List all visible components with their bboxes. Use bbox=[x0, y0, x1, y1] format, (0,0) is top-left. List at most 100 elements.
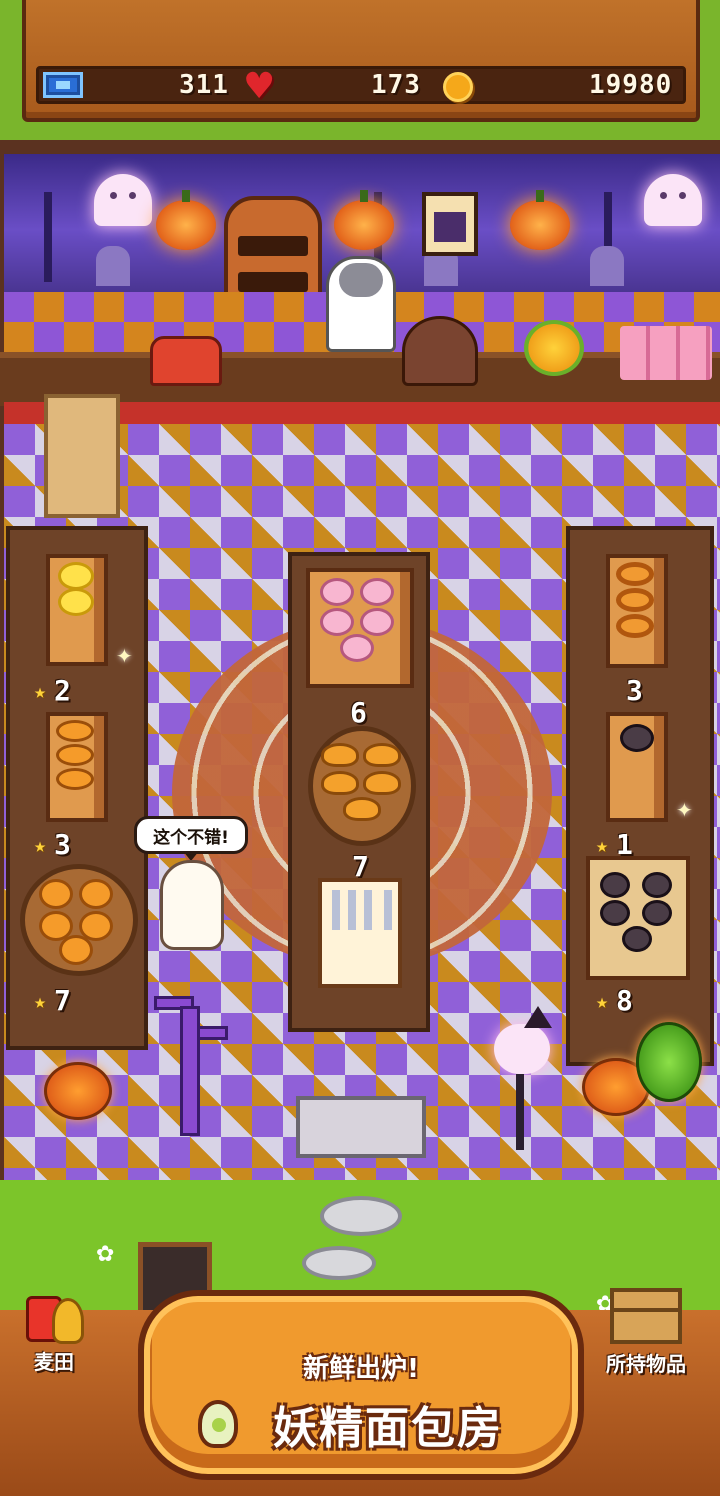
bread-item bbox=[340, 634, 374, 662]
heart-icon[interactable]: ♥ bbox=[243, 69, 283, 105]
bread-item bbox=[360, 578, 394, 606]
bread-item bbox=[58, 588, 94, 616]
cake-slicer[interactable] bbox=[318, 878, 402, 988]
sparkle-icon: ✦ bbox=[116, 644, 133, 668]
bread-item bbox=[620, 724, 654, 752]
bread-item bbox=[320, 608, 354, 636]
ghost-decoration bbox=[94, 174, 152, 226]
bread-item bbox=[642, 872, 672, 898]
heart-count-wrap: 173 bbox=[371, 69, 421, 101]
bread-item bbox=[321, 771, 359, 795]
bread-item bbox=[363, 743, 401, 767]
bread-tray[interactable] bbox=[46, 712, 108, 822]
star-icon: ★ bbox=[596, 988, 609, 1013]
bread-tray[interactable] bbox=[606, 554, 668, 668]
ticket-icon[interactable] bbox=[43, 72, 83, 98]
inventory-button[interactable]: 所持物品 bbox=[606, 1288, 686, 1377]
bread-item bbox=[56, 720, 94, 742]
bread-item bbox=[600, 900, 630, 926]
cat-baker[interactable] bbox=[326, 256, 396, 352]
green-jack-o-lantern bbox=[636, 1022, 702, 1102]
inventory-label: 所持物品 bbox=[606, 1352, 686, 1376]
bread-item bbox=[343, 797, 381, 821]
bread-item bbox=[616, 588, 654, 612]
oven-slot bbox=[238, 236, 308, 256]
price-value: 8 bbox=[616, 984, 633, 1017]
wheat-field-label: 麦田 bbox=[34, 1350, 74, 1374]
star-icon: ★ bbox=[34, 832, 47, 857]
box-icon bbox=[610, 1288, 682, 1344]
bread-item bbox=[39, 879, 73, 909]
coin-count-wrap: 19980 bbox=[589, 69, 672, 101]
price-tag: ★ 2 bbox=[34, 674, 71, 707]
bread-tray[interactable] bbox=[606, 712, 668, 822]
bread-item bbox=[616, 562, 654, 586]
flower-icon: ✿ bbox=[96, 1242, 115, 1267]
bread-item bbox=[616, 614, 654, 638]
bread-basket[interactable] bbox=[20, 864, 138, 976]
tree-silhouette bbox=[44, 192, 52, 282]
ticket-count-wrap: 311 bbox=[179, 69, 229, 101]
stepping-stone bbox=[302, 1246, 376, 1280]
bread-item bbox=[363, 771, 401, 795]
sparkle-icon: ✦ bbox=[676, 798, 693, 822]
price-value: 3 bbox=[626, 674, 643, 707]
oven-slot bbox=[238, 272, 308, 292]
price-value: 7 bbox=[54, 984, 71, 1017]
customer-speech-bubble: 这个不错! bbox=[134, 816, 248, 861]
ghost-stand bbox=[516, 1074, 524, 1150]
jam-jars bbox=[620, 326, 712, 380]
coin-count: 19980 bbox=[589, 70, 673, 100]
bread-item bbox=[59, 935, 93, 965]
bread-item bbox=[56, 744, 94, 766]
heart-count: 173 bbox=[371, 70, 421, 100]
bakery-sign[interactable]: 新鲜出炉! 妖精面包房 bbox=[138, 1290, 584, 1480]
bread-item bbox=[321, 743, 359, 767]
bread-item bbox=[58, 562, 94, 590]
resource-bar: 311 ♥ 173 19980 bbox=[36, 66, 686, 105]
flower-vase bbox=[524, 320, 584, 376]
cardboard-box[interactable] bbox=[44, 394, 120, 518]
bread-item bbox=[79, 879, 113, 909]
sign-subtitle: 新鲜出炉! bbox=[303, 1354, 419, 1384]
pumpkin-lantern bbox=[156, 190, 216, 250]
knife bbox=[332, 890, 340, 930]
knife bbox=[364, 890, 372, 930]
jack-o-lantern bbox=[44, 1062, 112, 1120]
bread-tray[interactable] bbox=[306, 568, 414, 688]
star-icon: ★ bbox=[34, 988, 47, 1013]
price-tag: ★ 8 bbox=[596, 984, 633, 1017]
price-tag: ★ 7 bbox=[34, 984, 71, 1017]
star-icon: ★ bbox=[34, 678, 47, 703]
bread-item bbox=[622, 926, 652, 952]
pumpkin-lantern bbox=[510, 190, 570, 250]
price-tag: 6 bbox=[350, 696, 367, 729]
knife bbox=[348, 890, 356, 930]
knife bbox=[384, 890, 392, 930]
wheat-icon bbox=[22, 1292, 86, 1344]
bread-tray[interactable] bbox=[46, 554, 108, 666]
bread-item bbox=[56, 768, 94, 790]
bread-item bbox=[642, 900, 672, 926]
bread-tray[interactable] bbox=[586, 856, 690, 980]
tree-trunk bbox=[180, 1006, 200, 1136]
potion-icon bbox=[198, 1400, 238, 1448]
bread-item bbox=[360, 608, 394, 636]
top-hud: 311 ♥ 173 19980 bbox=[0, 0, 720, 140]
price-value: 3 bbox=[54, 828, 71, 861]
ticket-count: 311 bbox=[179, 70, 229, 100]
floor-mat bbox=[296, 1096, 426, 1158]
price-value: 6 bbox=[350, 696, 367, 729]
customer-character[interactable] bbox=[160, 860, 224, 950]
witch-ghost bbox=[494, 1006, 552, 1074]
tombstone bbox=[590, 246, 624, 286]
price-value: 2 bbox=[54, 674, 71, 707]
bread-item bbox=[600, 872, 630, 898]
counter-bell bbox=[402, 316, 478, 386]
wheat-field-button[interactable]: 麦田 bbox=[22, 1292, 86, 1375]
stepping-stone bbox=[320, 1196, 402, 1236]
telephone[interactable] bbox=[150, 336, 222, 386]
coin-icon[interactable] bbox=[443, 72, 473, 102]
bread-basket[interactable] bbox=[308, 726, 416, 846]
bread-item bbox=[320, 578, 354, 606]
